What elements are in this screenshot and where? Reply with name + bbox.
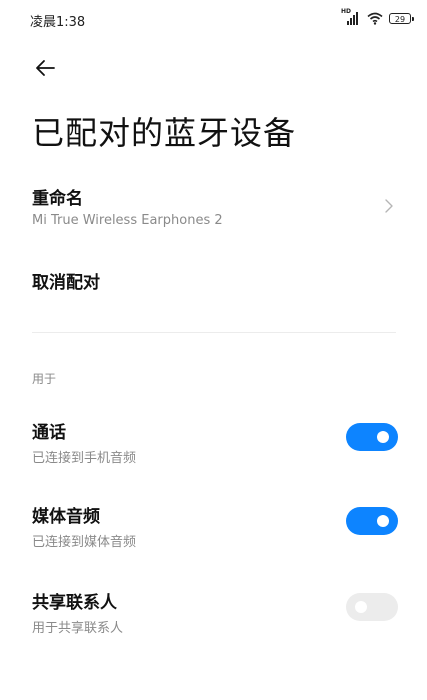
option-row-calls[interactable]: 通话 已连接到手机音频 [32,418,400,466]
option-title: 媒体音频 [32,507,100,527]
page-title: 已配对的蓝牙设备 [32,114,297,152]
signal-icon: HD [341,8,361,25]
unpair-label: 取消配对 [32,273,100,293]
device-name: Mi True Wireless Earphones 2 [32,213,223,228]
battery-icon: 29 [389,12,414,24]
rename-row[interactable]: 重命名 Mi True Wireless Earphones 2 [32,184,400,228]
toggle-knob [377,515,389,527]
back-arrow-icon[interactable] [32,56,60,80]
media-audio-toggle[interactable] [346,507,398,535]
status-bar: 凌晨1:38 HD 29 [0,0,427,36]
chevron-right-icon [385,199,393,213]
option-subtitle: 已连接到手机音频 [32,451,137,466]
section-label: 用于 [32,372,57,386]
option-title: 通话 [32,423,66,443]
option-subtitle: 用于共享联系人 [32,621,124,636]
unpair-row[interactable]: 取消配对 [32,268,400,293]
divider [32,332,396,333]
status-icons: HD 29 [341,8,414,26]
option-subtitle: 已连接到媒体音频 [32,535,137,550]
share-contacts-toggle[interactable] [346,593,398,621]
toggle-knob [355,601,367,613]
wifi-icon [367,12,383,25]
status-time: 凌晨1:38 [30,15,86,30]
option-title: 共享联系人 [32,593,117,613]
calls-toggle[interactable] [346,423,398,451]
toggle-knob [377,431,389,443]
rename-label: 重命名 [32,189,83,209]
option-row-media-audio[interactable]: 媒体音频 已连接到媒体音频 [32,502,400,550]
option-row-share-contacts[interactable]: 共享联系人 用于共享联系人 [32,588,400,636]
